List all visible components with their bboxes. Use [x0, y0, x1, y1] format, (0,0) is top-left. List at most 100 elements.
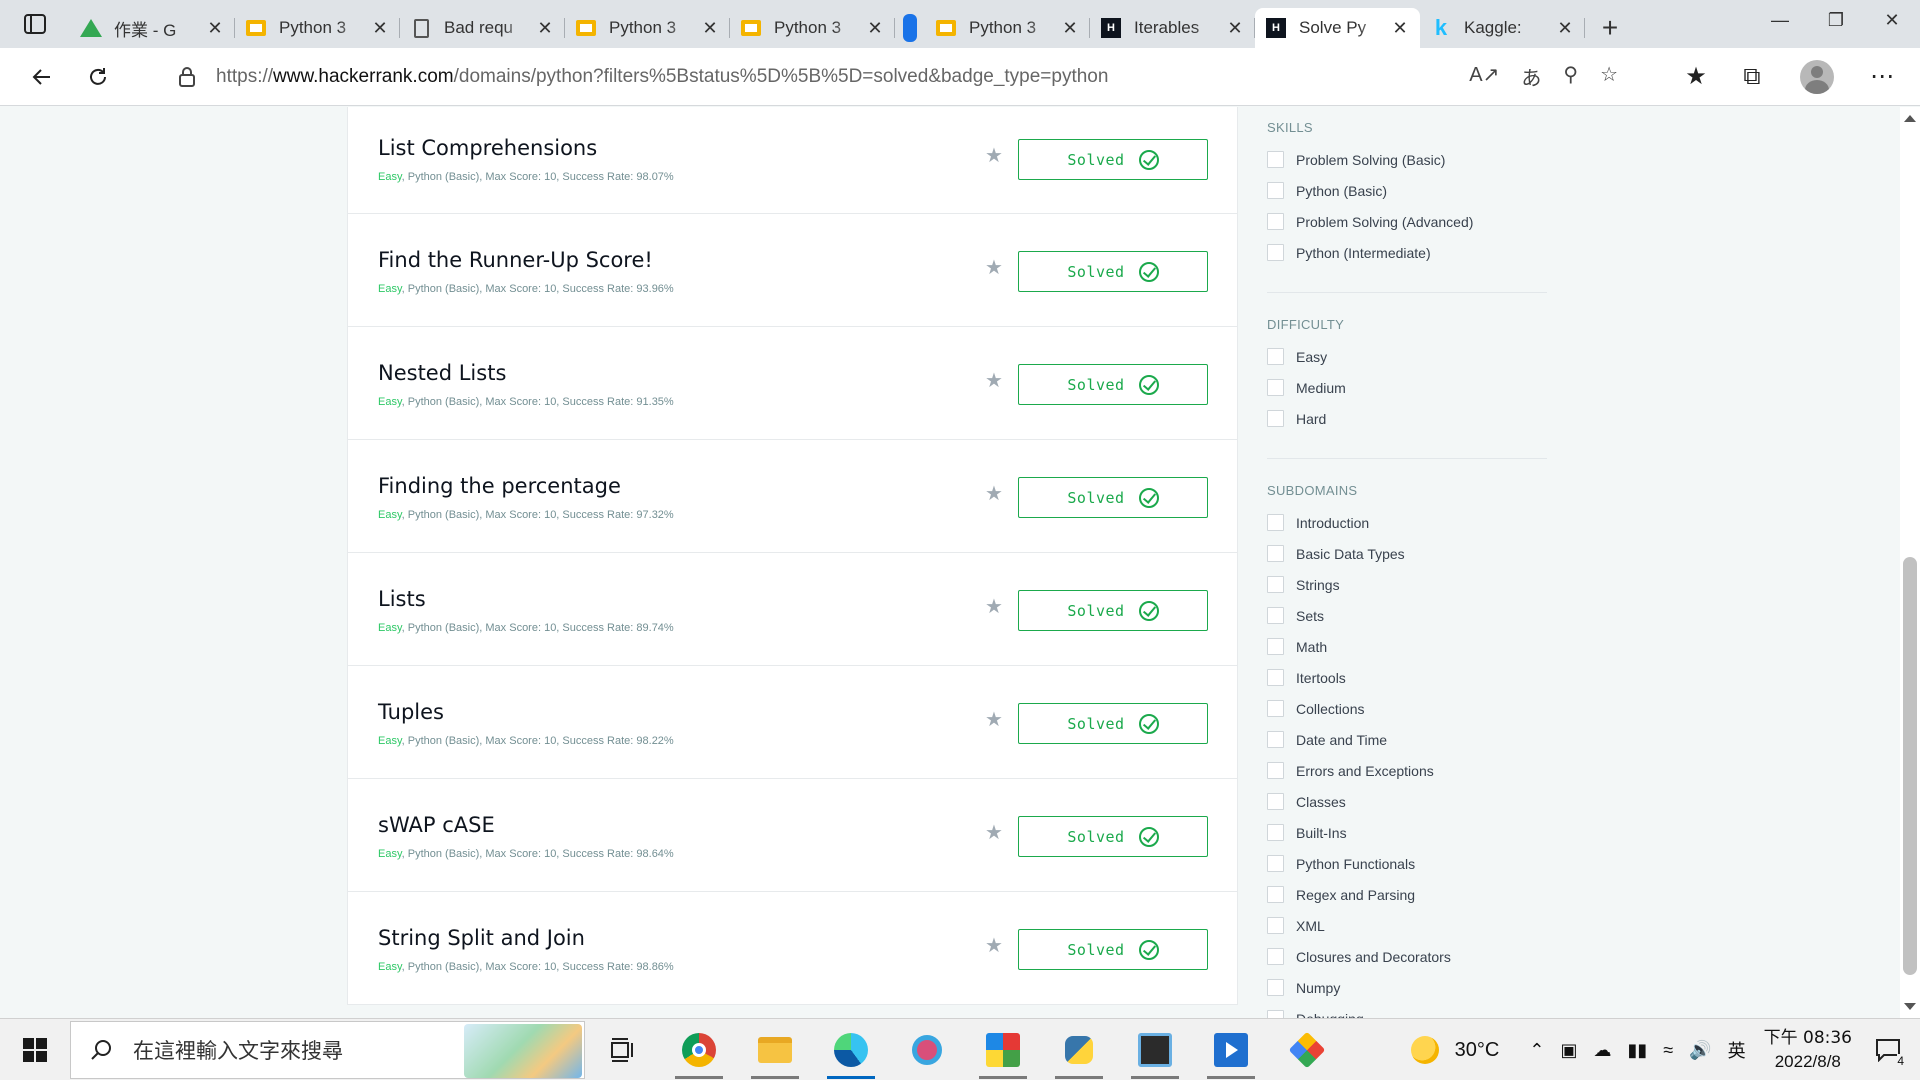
scroll-up-arrow-icon[interactable]: [1904, 115, 1916, 122]
filter-checkbox[interactable]: [1267, 824, 1284, 841]
filter-checkbox[interactable]: [1267, 917, 1284, 934]
filter-checkbox[interactable]: [1267, 855, 1284, 872]
weather-icon[interactable]: [1410, 1036, 1439, 1064]
solved-button[interactable]: Solved: [1018, 929, 1208, 970]
notification-center-button[interactable]: 4: [1866, 1028, 1910, 1072]
task-view-button[interactable]: [585, 1019, 661, 1080]
add-favorite-icon[interactable]: ☆: [1600, 62, 1618, 91]
filter-checkbox[interactable]: [1267, 576, 1284, 593]
filter-option-subdomains[interactable]: Strings: [1267, 569, 1547, 600]
filter-checkbox[interactable]: [1267, 514, 1284, 531]
filter-option-difficulty[interactable]: Medium: [1267, 372, 1547, 403]
filter-option-subdomains[interactable]: Itertools: [1267, 662, 1547, 693]
bookmark-star-icon[interactable]: ★: [985, 368, 1003, 393]
bookmark-star-icon[interactable]: ★: [985, 820, 1003, 845]
browser-tab[interactable]: Python 3 ✕: [925, 8, 1090, 48]
filter-option-skills[interactable]: Problem Solving (Advanced): [1267, 206, 1547, 237]
tab-close-icon[interactable]: ✕: [1060, 18, 1080, 39]
address-bar[interactable]: https://www.hackerrank.com/domains/pytho…: [150, 54, 1630, 99]
filter-option-skills[interactable]: Python (Basic): [1267, 175, 1547, 206]
filter-option-subdomains[interactable]: XML: [1267, 910, 1547, 941]
tab-close-icon[interactable]: ✕: [205, 18, 225, 39]
challenge-title[interactable]: Tuples: [378, 700, 444, 724]
filter-option-subdomains[interactable]: Date and Time: [1267, 724, 1547, 755]
solved-button[interactable]: Solved: [1018, 816, 1208, 857]
new-tab-button[interactable]: +: [1585, 8, 1635, 48]
taskbar-snipping-tool[interactable]: [1117, 1019, 1193, 1080]
challenge-card[interactable]: Nested Lists Easy, Python (Basic), Max Sc…: [347, 327, 1238, 440]
read-aloud-icon[interactable]: A↗: [1469, 62, 1499, 91]
challenge-title[interactable]: Nested Lists: [378, 361, 506, 385]
bookmark-star-icon[interactable]: ★: [985, 481, 1003, 506]
challenge-card[interactable]: List Comprehensions Easy, Python (Basic),…: [347, 107, 1238, 214]
start-button[interactable]: [0, 1019, 70, 1080]
tab-close-icon[interactable]: ✕: [865, 18, 885, 39]
filter-checkbox[interactable]: [1267, 379, 1284, 396]
scrollbar-thumb[interactable]: [1903, 557, 1917, 975]
filter-option-subdomains[interactable]: Math: [1267, 631, 1547, 662]
challenge-title[interactable]: Lists: [378, 587, 426, 611]
onedrive-cloud-icon[interactable]: ☁: [1593, 1040, 1611, 1061]
browser-tab[interactable]: Python 3 ✕: [235, 8, 400, 48]
filter-checkbox[interactable]: [1267, 948, 1284, 965]
close-window-button[interactable]: ✕: [1864, 0, 1920, 40]
filter-option-difficulty[interactable]: Easy: [1267, 341, 1547, 372]
browser-tab[interactable]: k Kaggle: ✕: [1420, 8, 1585, 48]
translate-icon[interactable]: あ: [1521, 62, 1541, 91]
solved-button[interactable]: Solved: [1018, 364, 1208, 405]
browser-tab[interactable]: H Solve Py ✕: [1255, 8, 1420, 48]
tab-group-indicator[interactable]: [895, 8, 925, 48]
filter-option-subdomains[interactable]: Numpy: [1267, 972, 1547, 1003]
solved-button[interactable]: Solved: [1018, 590, 1208, 631]
filter-checkbox[interactable]: [1267, 607, 1284, 624]
taskbar-chrome[interactable]: [661, 1019, 737, 1080]
volume-icon[interactable]: 🔊: [1689, 1040, 1711, 1061]
browser-tab[interactable]: Python 3 ✕: [565, 8, 730, 48]
filter-option-subdomains[interactable]: Debugging: [1267, 1003, 1547, 1018]
bookmark-star-icon[interactable]: ★: [985, 255, 1003, 280]
restore-button[interactable]: ❐: [1808, 0, 1864, 40]
tab-close-icon[interactable]: ✕: [700, 18, 720, 39]
weather-temperature[interactable]: 30°C: [1455, 1039, 1500, 1062]
bookmark-star-icon[interactable]: ★: [985, 143, 1003, 168]
challenge-card[interactable]: Lists Easy, Python (Basic), Max Score: 10…: [347, 553, 1238, 666]
challenge-card[interactable]: Tuples Easy, Python (Basic), Max Score: 1…: [347, 666, 1238, 779]
page-scrollbar[interactable]: [1900, 107, 1920, 1018]
scroll-down-arrow-icon[interactable]: [1904, 1003, 1916, 1010]
tab-close-icon[interactable]: ✕: [1225, 18, 1245, 39]
solved-button[interactable]: Solved: [1018, 477, 1208, 518]
filter-checkbox[interactable]: [1267, 1010, 1284, 1018]
taskbar-edge[interactable]: [813, 1019, 889, 1080]
browser-tab[interactable]: Python 3 ✕: [730, 8, 895, 48]
profile-avatar[interactable]: [1800, 59, 1834, 94]
challenge-title[interactable]: List Comprehensions: [378, 136, 597, 160]
taskbar-search[interactable]: 在這裡輸入文字來搜尋: [70, 1020, 585, 1079]
filter-option-subdomains[interactable]: Basic Data Types: [1267, 538, 1547, 569]
minimize-button[interactable]: —: [1752, 0, 1808, 40]
chevron-up-icon[interactable]: ⌃: [1529, 1040, 1544, 1061]
filter-checkbox[interactable]: [1267, 545, 1284, 562]
filter-option-skills[interactable]: Problem Solving (Basic): [1267, 144, 1547, 175]
back-button[interactable]: [14, 53, 70, 101]
filter-checkbox[interactable]: [1267, 793, 1284, 810]
taskbar-app-diamond[interactable]: [1269, 1019, 1345, 1080]
filter-checkbox[interactable]: [1267, 700, 1284, 717]
filter-checkbox[interactable]: [1267, 731, 1284, 748]
challenge-title[interactable]: String Split and Join: [378, 926, 585, 950]
filter-option-subdomains[interactable]: Collections: [1267, 693, 1547, 724]
refresh-button[interactable]: [70, 53, 126, 101]
taskbar-python[interactable]: [1041, 1019, 1117, 1080]
filter-option-difficulty[interactable]: Hard: [1267, 403, 1547, 434]
challenge-card[interactable]: String Split and Join Easy, Python (Basic…: [347, 892, 1238, 1005]
tab-close-icon[interactable]: ✕: [1555, 18, 1575, 39]
meet-now-icon[interactable]: ▣: [1560, 1040, 1577, 1061]
filter-option-skills[interactable]: Python (Intermediate): [1267, 237, 1547, 268]
solved-button[interactable]: Solved: [1018, 251, 1208, 292]
filter-checkbox[interactable]: [1267, 244, 1284, 261]
filter-checkbox[interactable]: [1267, 979, 1284, 996]
filter-option-subdomains[interactable]: Python Functionals: [1267, 848, 1547, 879]
tab-close-icon[interactable]: ✕: [535, 18, 555, 39]
battery-icon[interactable]: ▮▮: [1627, 1040, 1647, 1061]
taskbar-media-player[interactable]: [1193, 1019, 1269, 1080]
challenge-title[interactable]: Find the Runner-Up Score!: [378, 248, 653, 272]
